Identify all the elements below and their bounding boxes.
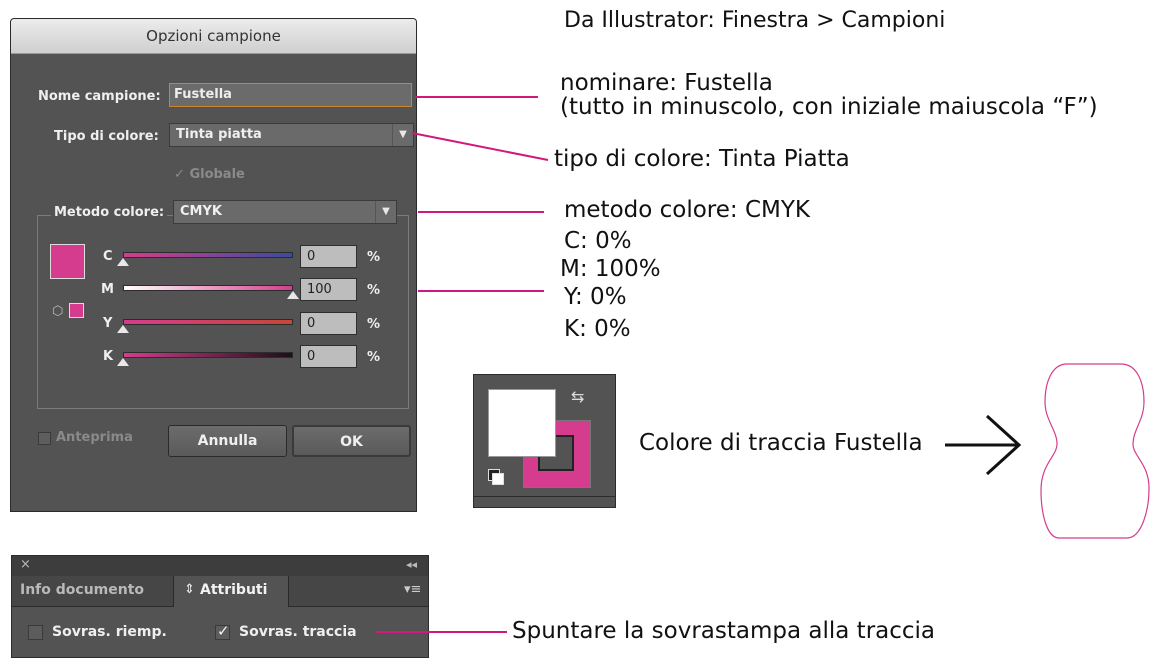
swap-arrows-icon[interactable]: ⇆	[571, 387, 584, 406]
pointer-line-name	[415, 96, 538, 98]
swatch-name-value: Fustella	[174, 87, 232, 102]
channel-k-thumb[interactable]	[117, 358, 129, 366]
annotation-mode: metodo colore: CMYK	[564, 197, 811, 223]
gamut-swatch-icon	[69, 303, 84, 318]
annotation-m: M: 100%	[560, 256, 661, 282]
chevron-down-icon: ▼	[375, 201, 396, 223]
pointer-line-values	[418, 290, 544, 292]
channel-c-thumb[interactable]	[117, 258, 129, 266]
pointer-line-mode	[418, 211, 544, 213]
cube-icon: ⬡	[52, 304, 64, 319]
color-mode-select[interactable]: CMYK ▼	[173, 200, 397, 224]
channel-y-label: Y	[103, 316, 113, 331]
channel-c-percent: %	[367, 250, 381, 265]
panel-menu-icon[interactable]: ▾≡	[404, 582, 421, 597]
fill-swatch[interactable]	[488, 389, 556, 457]
ok-button[interactable]: OK	[292, 425, 411, 457]
color-mode-value: CMYK	[180, 204, 222, 219]
global-label: Globale	[189, 167, 245, 182]
fill-stroke-widget: ⇆	[473, 374, 616, 508]
pointer-line-color-type	[411, 132, 549, 161]
tab-attributi[interactable]: ⇕ Attributi	[173, 576, 289, 607]
arrow-right-icon	[945, 414, 1022, 476]
channel-y-slider[interactable]	[123, 319, 293, 325]
checkmark-icon: ✓	[174, 167, 185, 182]
stroke-overprint-checkbox[interactable]: ✓	[215, 622, 230, 640]
collapse-icon[interactable]: ◂◂	[406, 558, 417, 571]
channel-k-slider[interactable]	[123, 352, 293, 358]
fill-overprint-checkbox[interactable]	[28, 625, 43, 640]
pointer-line-overprint	[375, 631, 507, 633]
global-checkbox[interactable]: ✓ Globale	[174, 167, 245, 182]
color-mode-label: Metodo colore:	[51, 205, 168, 220]
channel-y-input[interactable]: 0	[300, 312, 357, 335]
color-type-select[interactable]: Tinta piatta ▼	[169, 123, 414, 147]
annotation-y: Y: 0%	[564, 284, 627, 310]
annotation-name-1: nominare: Fustella	[560, 70, 773, 96]
tab-attributi-label: Attributi	[200, 582, 268, 598]
cancel-button[interactable]: Annulla	[168, 425, 287, 457]
channel-m-slider[interactable]	[123, 285, 293, 291]
tab-sort-icon: ⇕	[184, 582, 195, 597]
dialog-title: Opzioni campione	[11, 19, 416, 54]
attributes-panel: × ◂◂ Info documento ⇕ Attributi ▾≡ Sovra…	[11, 555, 429, 658]
annotation-source: Da Illustrator: Finestra > Campioni	[564, 8, 946, 33]
channel-k-label: K	[103, 349, 114, 364]
checkmark-icon: ✓	[217, 622, 230, 640]
channel-m-label: M	[101, 282, 114, 297]
preview-label: Anteprima	[56, 430, 133, 445]
channel-y-thumb[interactable]	[117, 325, 129, 333]
channel-k-percent: %	[367, 350, 381, 365]
preview-checkbox[interactable]	[38, 432, 51, 445]
channel-y-percent: %	[367, 317, 381, 332]
annotation-name-2: (tutto in minuscolo, con iniziale maiusc…	[560, 94, 1098, 120]
swatch-options-dialog: Opzioni campione Nome campione: Fustella…	[10, 18, 417, 512]
close-icon[interactable]: ×	[20, 557, 31, 572]
channel-c-slider[interactable]	[123, 252, 293, 258]
channel-k-input[interactable]: 0	[300, 345, 357, 368]
annotation-overprint: Spuntare la sovrastampa alla traccia	[512, 618, 936, 644]
fill-overprint-label: Sovras. riemp.	[52, 624, 167, 640]
color-type-label: Tipo di colore:	[54, 129, 159, 144]
swatch-name-label: Nome campione:	[38, 89, 161, 104]
annotation-k: K: 0%	[564, 316, 631, 342]
channel-c-label: C	[103, 249, 113, 264]
annotation-stroke: Colore di traccia Fustella	[639, 430, 923, 456]
channel-c-input[interactable]: 0	[300, 245, 357, 268]
color-type-value: Tinta piatta	[176, 127, 262, 142]
tab-info-documento[interactable]: Info documento	[20, 582, 144, 598]
channel-m-percent: %	[367, 283, 381, 298]
diecut-shape	[1040, 363, 1150, 539]
channel-m-input[interactable]: 100	[300, 278, 357, 301]
annotation-color-type: tipo di colore: Tinta Piatta	[554, 146, 850, 172]
swatch-name-input[interactable]: Fustella	[169, 83, 412, 107]
channel-m-thumb[interactable]	[287, 291, 299, 299]
annotation-c: C: 0%	[564, 228, 632, 254]
stroke-overprint-label: Sovras. traccia	[239, 624, 357, 640]
swatch-preview	[50, 244, 85, 279]
